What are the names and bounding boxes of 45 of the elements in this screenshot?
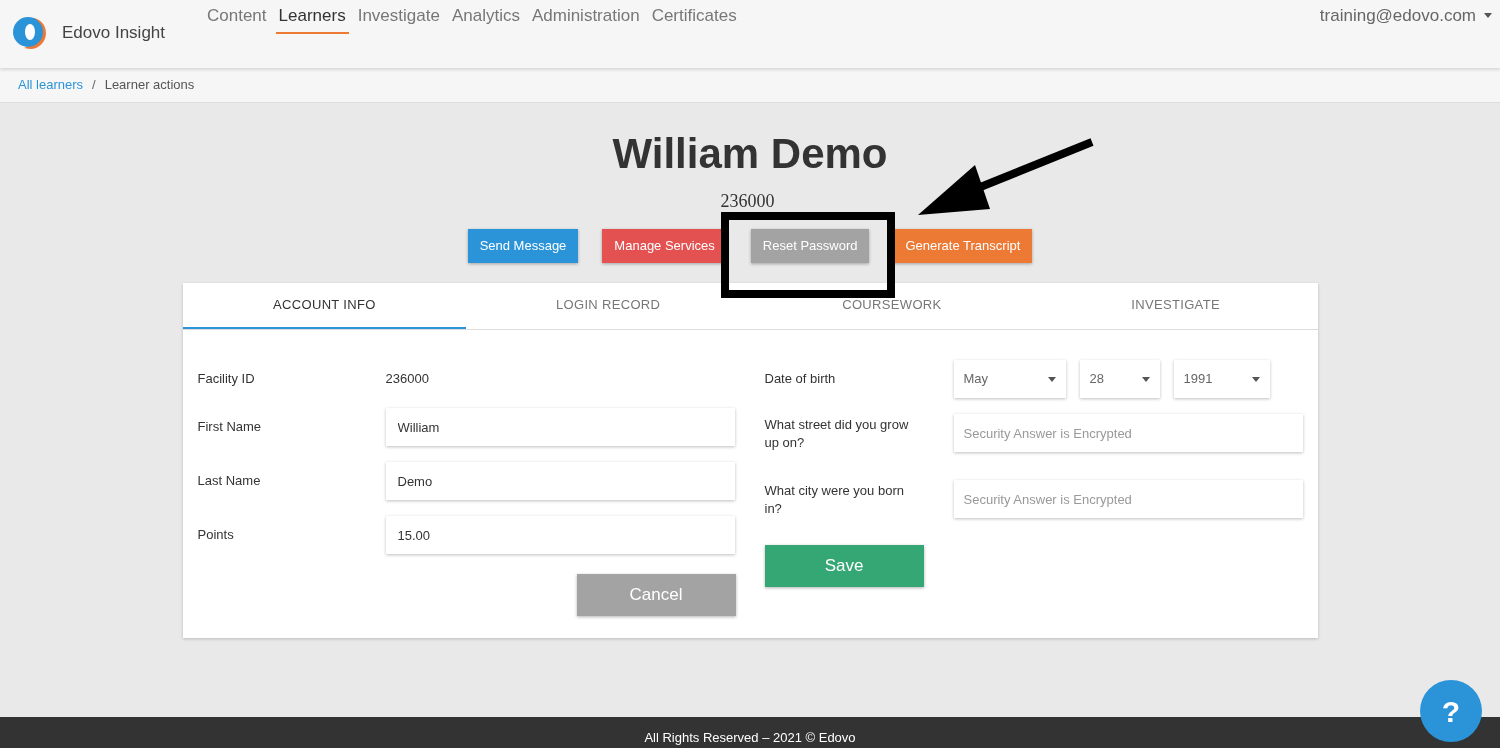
help-button[interactable]: ? — [1420, 680, 1482, 742]
action-button[interactable]: Reset Password — [750, 229, 870, 263]
dropdown[interactable]: May — [953, 360, 1066, 398]
copyright-text: All Rights Reserved – 2021 © Edovo — [644, 728, 856, 747]
learner-id: 236000 — [720, 190, 775, 213]
input-field[interactable]: Security Answer is Encrypted — [953, 414, 1303, 452]
user-menu[interactable]: training@edovo.com — [1319, 3, 1492, 29]
caret-icon — [1251, 376, 1260, 382]
nav-link[interactable]: Learners — [275, 0, 349, 34]
caret-icon — [1484, 13, 1492, 19]
caret-icon — [1141, 376, 1150, 382]
save-button[interactable]: Save — [764, 545, 924, 587]
tab[interactable]: LOGIN RECORD — [466, 283, 750, 329]
brand-name: Edovo Insight — [62, 22, 165, 45]
nav-link[interactable]: Content — [204, 0, 270, 34]
dropdown[interactable]: 28 — [1079, 360, 1160, 398]
field-label: What city were you born in? — [764, 482, 905, 518]
logo-icon — [12, 15, 48, 51]
caret-icon — [1047, 376, 1056, 382]
action-button[interactable]: Generate Transcript — [893, 229, 1033, 263]
field-label: What street did you grow up on? — [764, 416, 910, 452]
tab[interactable]: INVESTIGATE — [1033, 283, 1318, 329]
tab[interactable]: ACCOUNT INFO — [182, 283, 467, 329]
tab[interactable]: COURSEWORK — [750, 283, 1034, 329]
field-label: Date of birth — [764, 370, 837, 389]
field-value: 236000 — [385, 370, 429, 389]
learner-name: William Demo — [612, 129, 888, 179]
field-label: Facility ID — [197, 370, 256, 389]
field-label: Points — [197, 526, 235, 545]
nav-link[interactable]: Administration — [528, 0, 643, 34]
dropdown[interactable]: 1991 — [1173, 360, 1270, 398]
breadcrumb-link[interactable]: All learners — [18, 75, 84, 95]
nav-link[interactable]: Analytics — [448, 0, 523, 34]
input-field[interactable]: Demo — [385, 462, 735, 500]
cancel-button[interactable]: Cancel — [576, 574, 736, 616]
input-field[interactable]: William — [385, 408, 735, 446]
field-label: Last Name — [197, 472, 262, 491]
input-field[interactable]: 15.00 — [385, 516, 735, 554]
nav-link[interactable]: Investigate — [354, 0, 443, 34]
breadcrumb-current: Learner actions — [104, 76, 195, 95]
breadcrumb-separator: / — [92, 76, 96, 95]
input-field[interactable]: Security Answer is Encrypted — [953, 480, 1303, 518]
field-label: First Name — [197, 418, 263, 437]
nav-link[interactable]: Certificates — [648, 0, 740, 34]
action-button[interactable]: Send Message — [467, 229, 579, 263]
